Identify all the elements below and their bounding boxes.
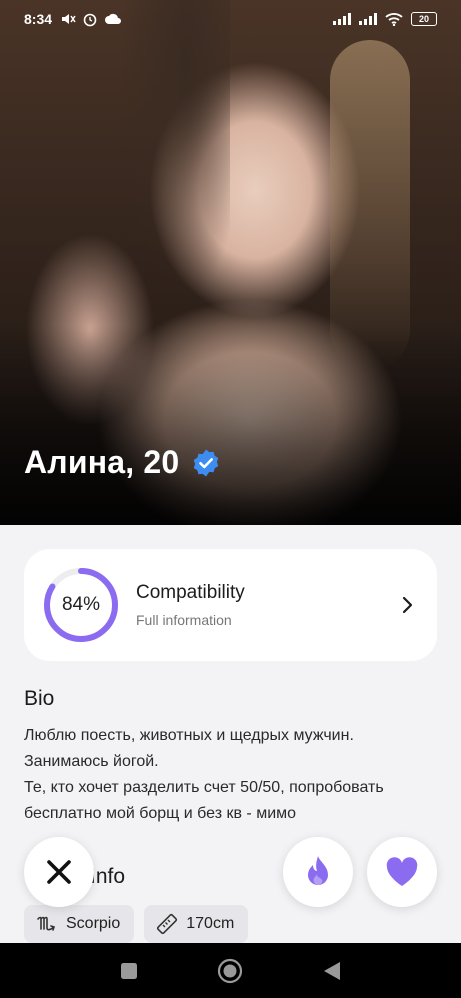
alarm-icon: [83, 13, 97, 27]
like-button[interactable]: [367, 837, 437, 907]
weather-icon: [105, 13, 122, 24]
signal-icon: [333, 13, 351, 25]
fire-icon: [308, 856, 328, 886]
chevron-right-icon: [395, 593, 419, 617]
battery-icon: 20: [411, 12, 437, 26]
system-nav-bar: [0, 943, 461, 998]
scorpio-icon: [37, 916, 56, 931]
dislike-button[interactable]: [24, 837, 94, 907]
compatibility-title: Compatibility: [136, 582, 245, 603]
info-chips: Scorpio 170cm: [24, 905, 249, 943]
recents-icon[interactable]: [120, 962, 138, 980]
chip-height: 170cm: [144, 905, 249, 943]
superlike-button[interactable]: [283, 837, 353, 907]
bio-heading: Bio: [24, 687, 55, 710]
back-icon[interactable]: [323, 961, 341, 981]
compatibility-percent: 84%: [61, 594, 101, 615]
heart-icon: [386, 857, 418, 886]
photo-detail: [330, 40, 410, 370]
info-heading: Info: [90, 865, 126, 888]
verified-badge-icon: [194, 449, 219, 476]
profile-name-row: Алина, 20: [24, 444, 221, 481]
photo-detail: [120, 0, 230, 300]
compatibility-subtitle: Full information: [136, 612, 232, 628]
status-bar: 8:34 20: [0, 0, 461, 38]
status-time: 8:34: [24, 11, 53, 27]
chip-zodiac: Scorpio: [24, 905, 135, 943]
chip-label: 170cm: [186, 915, 235, 932]
signal-icon: [359, 13, 377, 25]
bio-text: Люблю поесть, животных и щедрых мужчин. …: [24, 727, 384, 822]
mute-icon: [62, 14, 76, 24]
compatibility-card[interactable]: 84% Compatibility Full information: [24, 549, 437, 661]
home-icon[interactable]: [217, 958, 243, 984]
profile-name-age: Алина, 20: [24, 444, 180, 480]
compatibility-ring: 84%: [42, 566, 120, 644]
photo-gradient: [0, 325, 461, 525]
close-icon: [47, 860, 71, 884]
chip-label: Scorpio: [66, 915, 121, 932]
wifi-icon: [385, 13, 403, 26]
ruler-icon: [157, 913, 178, 935]
